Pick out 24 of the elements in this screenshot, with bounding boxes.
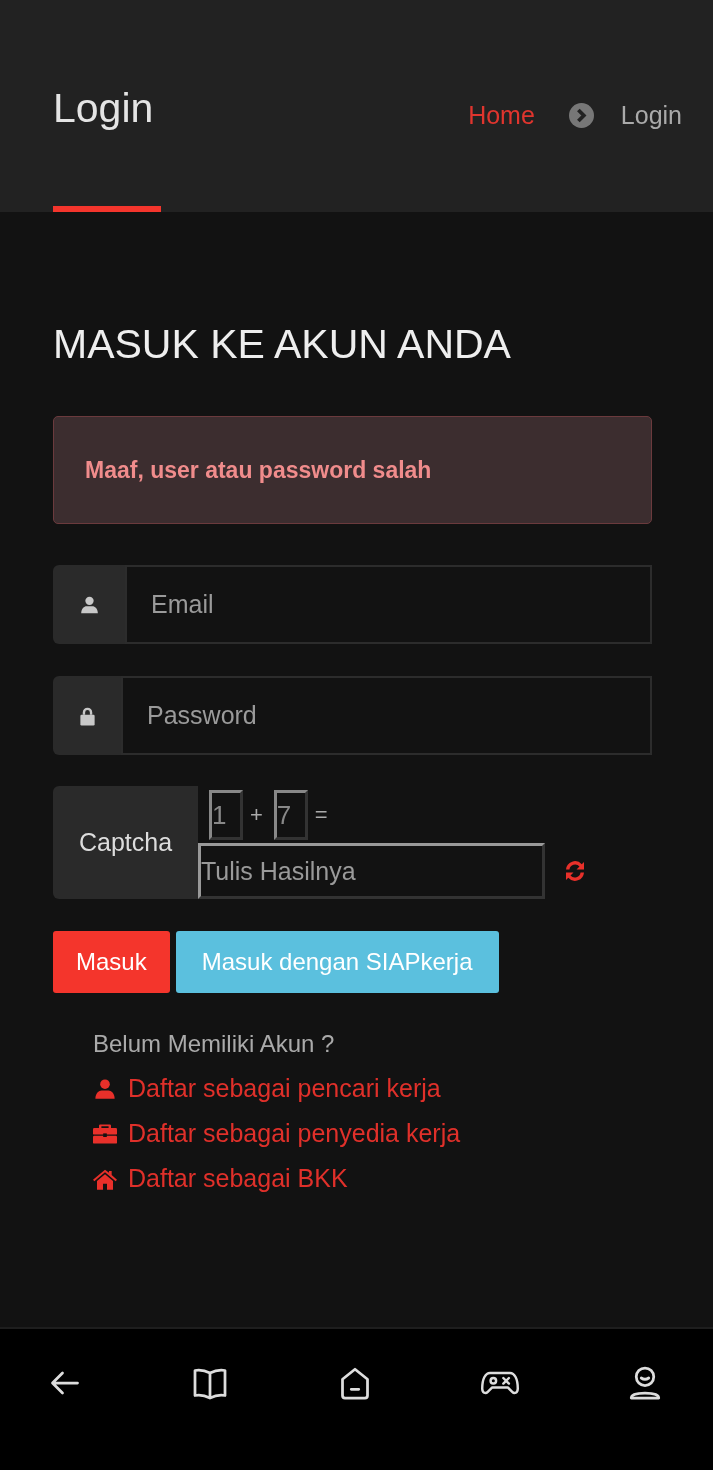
breadcrumb-link[interactable]: Home [468, 100, 535, 130]
captcha-equals: = [314, 801, 328, 828]
register-link[interactable]: Daftar sebagai BKK [128, 1163, 348, 1194]
input-field[interactable]: Email [125, 565, 652, 644]
captcha-input[interactable]: Tulis Hasilnya [198, 843, 545, 899]
breadcrumb-current: Login [620, 100, 682, 130]
refresh-icon[interactable] [563, 859, 587, 883]
sso-login-button[interactable]: Masuk dengan SIAPkerja [175, 931, 499, 993]
captcha-number: 7 [273, 789, 308, 840]
register-link[interactable]: Daftar sebagai pencari kerja [128, 1073, 441, 1104]
captcha-label: Captcha [53, 786, 198, 899]
register-prompt: Belum Memiliki Akun ? [93, 1029, 336, 1059]
register-link[interactable]: Daftar sebagai penyedia kerja [128, 1118, 461, 1149]
chevron-circle-icon [568, 102, 594, 128]
house-icon [93, 1167, 117, 1190]
login-button[interactable]: Masuk [53, 931, 170, 993]
briefcase-icon [93, 1122, 117, 1145]
captcha-operator: + [250, 801, 263, 828]
form-heading: MASUK KE AKUN ANDA [53, 320, 512, 368]
alert-message: Maaf, user atau password salah [85, 456, 432, 484]
page-title: Login [53, 84, 154, 132]
captcha-number: 1 [209, 789, 243, 840]
input-field[interactable]: Password [121, 676, 652, 755]
user-icon [93, 1077, 117, 1100]
